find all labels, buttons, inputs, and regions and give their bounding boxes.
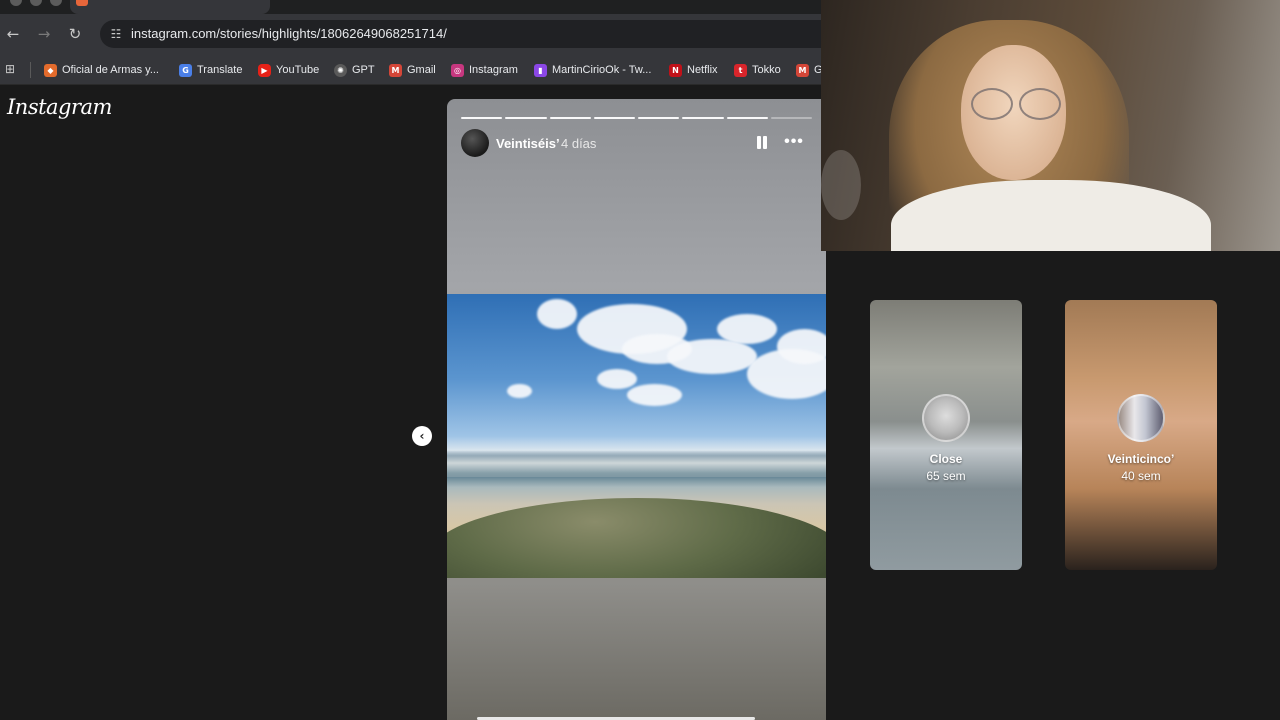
highlights-panel: Close 65 sem Veinticinco’ 40 sem [826,251,1280,720]
instagram-icon: ◎ [451,63,464,77]
story-username[interactable]: Veintiséis’ [496,136,560,151]
bookmark-tokko[interactable]: t Tokko [734,62,781,78]
bookmark-label: Gmail [407,64,436,76]
orange-square-icon: ◆ [44,63,57,77]
apps-grid-icon[interactable]: ⊞ [5,62,19,76]
youtube-icon: ▶ [258,63,271,77]
progress-segment [726,117,768,119]
close-window-icon[interactable] [10,0,22,6]
glasses-shape [971,88,1061,120]
instagram-stories-page: Instagram Veintiséis’ 4 días ••• ‹ [0,85,860,720]
browser-toolbar: ← → ↻ ☷ instagram.com/stories/highlights… [0,14,840,54]
bookmark-instagram[interactable]: ◎ Instagram [451,62,518,78]
maximize-window-icon[interactable] [50,0,62,6]
avatar [1117,394,1165,442]
instagram-logo[interactable]: Instagram [7,95,112,119]
progress-segment [682,117,724,119]
bookmark-twitch[interactable]: ▮ MartinCirioOk - Tw... [534,62,651,78]
highlight-title: Veinticinco’ [1107,452,1175,466]
bookmark-youtube[interactable]: ▶ YouTube [258,62,319,78]
avatar[interactable] [461,129,489,157]
progress-segment [461,117,503,119]
back-icon[interactable]: ← [2,23,24,45]
tab-favicon-icon [76,0,88,6]
gmail-icon: M [796,63,809,77]
divider [30,62,31,78]
story-viewer[interactable]: Veintiséis’ 4 días ••• [447,99,826,720]
bookmark-label: YouTube [276,64,320,76]
bookmark-gpt[interactable]: ✺ GPT [334,62,375,78]
tab-strip [0,0,822,14]
tokko-icon: t [734,63,747,77]
url-text[interactable]: instagram.com/stories/highlights/1806264… [131,26,447,41]
story-timestamp: 4 días [561,136,597,151]
gmail-icon: M [389,63,402,77]
bookmark-netflix[interactable]: N Netflix [669,62,718,78]
bookmark-gmail-2[interactable]: M G [796,62,822,78]
bookmarks-bar: ⊞ ◆ Oficial de Armas y... G Translate ▶ … [0,54,822,85]
progress-segment [549,117,591,119]
highlight-age: 40 sem [1121,469,1161,483]
bookmark-label: Netflix [687,64,718,76]
translate-icon: G [179,63,192,77]
webcam-overlay [821,0,1280,251]
site-info-icon[interactable]: ☷ [108,26,124,42]
bookmark-label: MartinCirioOk - Tw... [552,64,652,76]
netflix-icon: N [669,63,682,77]
bookmark-label: Instagram [469,64,518,76]
twitch-icon: ▮ [534,63,547,77]
bookmark-label: Tokko [752,64,781,76]
highlight-card-close[interactable]: Close 65 sem [870,300,1022,570]
bookmark-label: Oficial de Armas y... [62,64,159,76]
progress-segment [770,117,812,119]
story-photo-beach [447,294,826,578]
bookmark-label: GPT [352,64,375,76]
pause-icon[interactable] [755,135,769,151]
bookmark-label: Translate [197,64,243,76]
highlight-age: 65 sem [926,469,966,483]
progress-segment [638,117,680,119]
previous-story-button[interactable]: ‹ [412,426,432,446]
progress-segment [593,117,635,119]
bookmark-translate[interactable]: G Translate [179,62,242,78]
bookmark-oficial-de-armas[interactable]: ◆ Oficial de Armas y... [44,62,159,78]
highlight-card-veinticinco[interactable]: Veinticinco’ 40 sem [1065,300,1217,570]
more-options-icon[interactable]: ••• [783,134,805,151]
reload-icon[interactable]: ↻ [64,23,86,45]
avatar [922,394,970,442]
minimize-window-icon[interactable] [30,0,42,6]
highlight-title: Close [929,452,963,466]
story-progress-bar [461,117,812,119]
bookmark-gmail[interactable]: M Gmail [389,62,436,78]
forward-icon[interactable]: → [33,23,55,45]
fan-shape [821,150,861,220]
active-tab[interactable] [70,0,270,14]
address-bar[interactable]: ☷ instagram.com/stories/highlights/18062… [100,20,840,48]
openai-icon: ✺ [334,63,347,77]
progress-segment [505,117,547,119]
person-shirt [891,180,1211,251]
